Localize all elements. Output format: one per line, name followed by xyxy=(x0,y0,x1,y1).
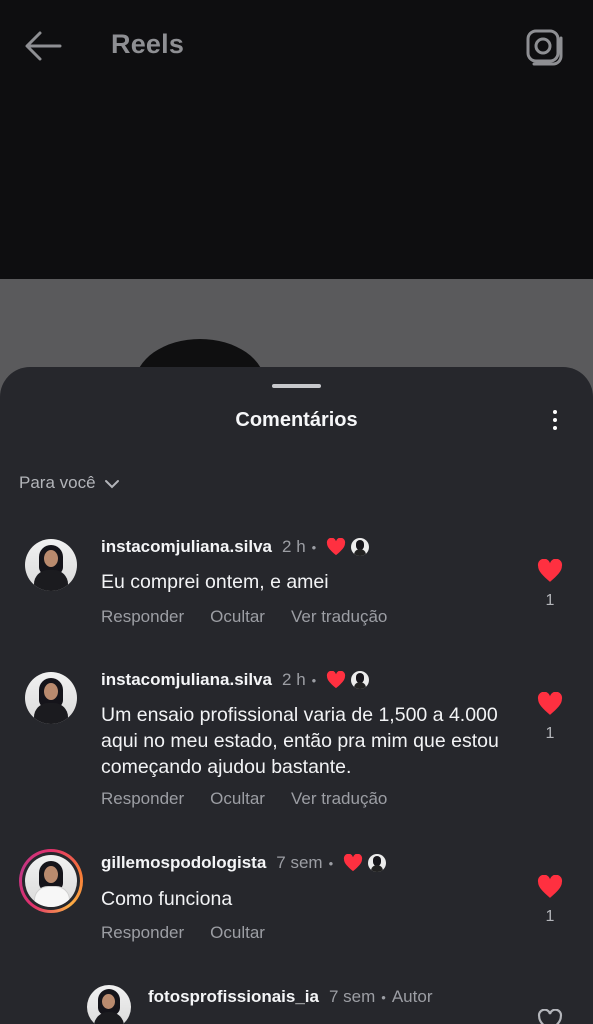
like-count: 1 xyxy=(545,725,555,742)
chevron-down-icon xyxy=(104,480,119,489)
comment-time: 7 sem xyxy=(276,853,323,872)
creator-avatar-icon xyxy=(368,854,387,872)
avatar[interactable] xyxy=(87,985,131,1024)
camera-icon[interactable] xyxy=(525,28,563,66)
comment-text: Um ensaio profissional varia de 1,500 a … xyxy=(101,704,499,778)
comment-username[interactable]: gillemospodologista xyxy=(101,853,266,873)
like-heart-outline-icon[interactable] xyxy=(537,1009,563,1024)
comment-time: 7 sem xyxy=(328,987,376,1006)
sort-filter-label: Para você xyxy=(19,473,96,492)
like-count: 1 xyxy=(545,592,555,609)
comment-text: Como funciona xyxy=(101,888,233,910)
like-heart-icon[interactable] xyxy=(537,692,563,716)
reply-button[interactable]: Responder xyxy=(101,607,184,627)
like-count: 1 xyxy=(545,908,555,925)
translate-button[interactable]: Ver tradução xyxy=(291,789,387,809)
sort-filter-dropdown[interactable]: Para você xyxy=(19,473,120,493)
avatar xyxy=(25,855,77,907)
like-heart-icon[interactable] xyxy=(537,559,563,583)
separator-dot: • xyxy=(328,855,334,871)
hide-button[interactable]: Ocultar xyxy=(210,923,265,943)
comment-username[interactable]: fotosprofissionais_ia xyxy=(148,987,319,1007)
translate-button[interactable]: Ver tradução xyxy=(291,607,387,627)
avatar[interactable] xyxy=(25,672,77,724)
separator-dot: • xyxy=(311,539,317,555)
comments-sheet: Comentários Para você instacomjuliana.si… xyxy=(0,367,593,1024)
avatar-story-ring[interactable] xyxy=(19,849,83,913)
author-label: Autor xyxy=(391,987,433,1006)
comment-time: 2 h xyxy=(282,537,306,556)
more-vertical-icon[interactable] xyxy=(545,407,565,435)
reply-button[interactable]: Responder xyxy=(101,789,184,809)
like-heart-icon[interactable] xyxy=(537,875,563,899)
hide-button[interactable]: Ocultar xyxy=(210,607,265,627)
comment-username[interactable]: instacomjuliana.silva xyxy=(101,537,272,557)
drag-handle[interactable] xyxy=(272,384,321,388)
creator-liked-heart-icon xyxy=(344,854,363,872)
page-title: Reels xyxy=(111,29,185,59)
avatar[interactable] xyxy=(25,539,77,591)
separator-dot: • xyxy=(311,672,317,688)
arrow-left-icon[interactable] xyxy=(22,28,64,64)
hide-button[interactable]: Ocultar xyxy=(210,789,265,809)
comment-username[interactable]: instacomjuliana.silva xyxy=(101,670,272,690)
creator-liked-heart-icon xyxy=(327,538,346,556)
creator-avatar-icon xyxy=(351,538,370,556)
separator-dot: • xyxy=(381,989,386,1005)
comment-text: Eu comprei ontem, e amei xyxy=(101,571,329,593)
top-bar: Reels xyxy=(0,0,593,92)
comment-time: 2 h xyxy=(282,670,306,689)
reel-video[interactable] xyxy=(0,92,593,279)
creator-avatar-icon xyxy=(351,671,370,689)
creator-liked-heart-icon xyxy=(327,671,346,689)
reply-button[interactable]: Responder xyxy=(101,923,184,943)
sheet-title: Comentários xyxy=(235,409,358,431)
